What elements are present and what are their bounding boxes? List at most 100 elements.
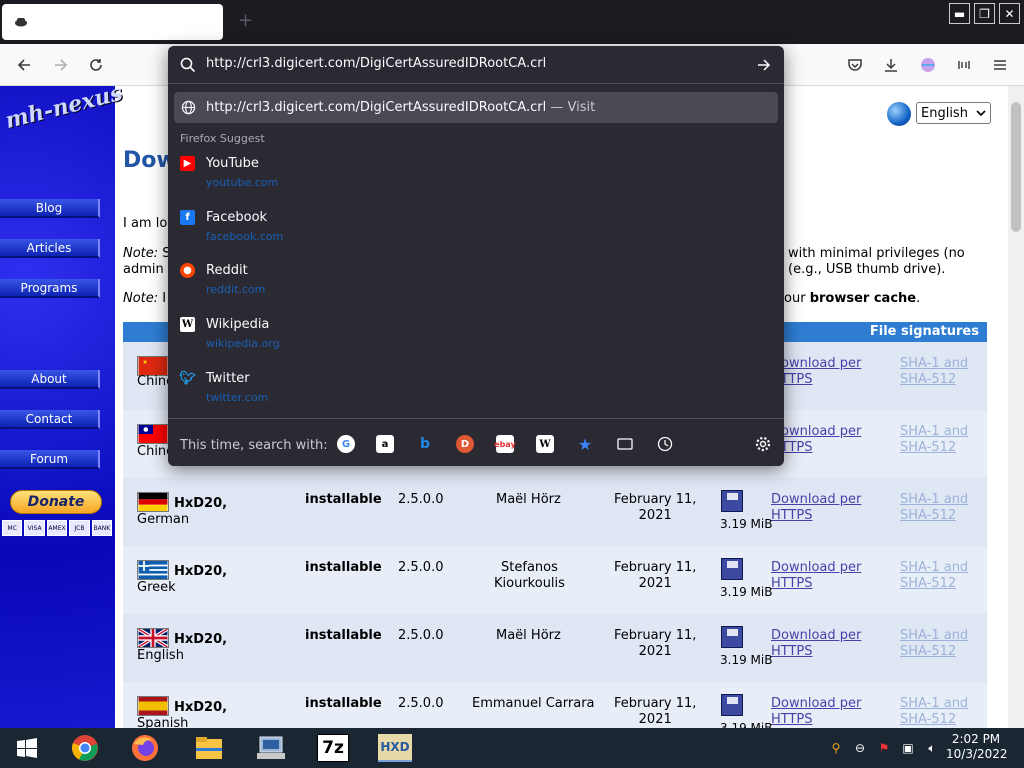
payment-cards: MC VISA AMEX JCB BANK: [2, 520, 113, 536]
file-explorer-taskbar-button[interactable]: [192, 732, 226, 764]
signature-link[interactable]: SHA-1 and SHA-512: [900, 560, 968, 592]
suggestion-facebook[interactable]: f Facebook facebook.com: [168, 200, 784, 254]
author: Emmanuel Carrara: [472, 696, 595, 711]
download-link[interactable]: Download per HTTPS: [771, 560, 861, 592]
search-settings-gear-icon[interactable]: [754, 435, 772, 453]
7zip-taskbar-button[interactable]: 7z: [317, 734, 349, 762]
download-link[interactable]: Download per HTTPS: [771, 356, 861, 388]
visit-url: http://crl3.digicert.com/DigiCertAssured…: [206, 100, 547, 115]
url-input[interactable]: http://crl3.digicert.com/DigiCertAssured…: [206, 56, 746, 71]
windows-taskbar: 7z HXD ⚲ ⊖ ⚑ ▣ 🔈︎ 2:02 PM 10/3/2022: [0, 728, 1024, 768]
sidebar-item-about[interactable]: About: [0, 370, 100, 389]
tabs-icon[interactable]: [616, 435, 634, 453]
clock-date: 10/3/2022: [946, 747, 1008, 761]
extensions-button[interactable]: [953, 54, 975, 76]
ebay-icon[interactable]: ebay: [494, 435, 516, 453]
version: 2.5.0.0: [398, 696, 444, 711]
search-engine-bar: This time, search with: G a b D ebay W ★: [168, 418, 784, 466]
pocket-icon: [848, 59, 862, 71]
signature-link[interactable]: SHA-1 and SHA-512: [900, 356, 968, 388]
signature-link[interactable]: SHA-1 and SHA-512: [900, 696, 968, 728]
language-name: Spanish: [137, 716, 189, 728]
network-taskbar-button[interactable]: [254, 732, 288, 764]
flag-icon[interactable]: ⚑: [876, 740, 892, 756]
minimize-button[interactable]: ▬: [949, 3, 970, 24]
donate-button[interactable]: Donate: [10, 490, 102, 514]
signature-link[interactable]: SHA-1 and SHA-512: [900, 492, 968, 524]
wikipedia-icon[interactable]: W: [536, 435, 554, 453]
browser-tab[interactable]: [2, 4, 223, 40]
start-button[interactable]: [10, 732, 44, 764]
flag-germany-icon: [137, 492, 169, 512]
note-label-2: Note:: [123, 291, 159, 306]
downloads-button[interactable]: [880, 54, 902, 76]
back-arrow-icon: [17, 59, 30, 71]
suggestion-reddit[interactable]: ● Reddit reddit.com: [168, 253, 784, 307]
language-select[interactable]: English: [916, 102, 991, 124]
bing-icon[interactable]: b: [416, 435, 434, 453]
hamburger-menu-icon: [994, 60, 1006, 70]
suggest-heading: Firefox Suggest: [180, 132, 265, 145]
app-menu-button[interactable]: [989, 54, 1011, 76]
duckduckgo-icon[interactable]: D: [456, 435, 474, 453]
search-icon: [180, 57, 196, 73]
download-link[interactable]: Download per HTTPS: [771, 492, 861, 524]
sidebar-item-programs[interactable]: Programs: [0, 279, 100, 298]
release-date: February 11, 2021: [614, 696, 697, 727]
network-tray-icon[interactable]: ▣: [900, 740, 916, 756]
suggestion-title: Twitter: [206, 371, 250, 386]
file-size: 3.19 MiB: [720, 517, 773, 531]
google-icon[interactable]: G: [337, 435, 355, 453]
forward-button[interactable]: [50, 54, 72, 76]
download-icon: [885, 59, 897, 72]
hxd-taskbar-button[interactable]: HXD: [378, 734, 412, 762]
suggestion-youtube[interactable]: ▶ YouTube youtube.com: [168, 146, 784, 200]
pocket-button[interactable]: [844, 54, 866, 76]
language-name: Greek: [137, 580, 176, 595]
globe-icon: [887, 102, 911, 126]
sidebar-item-blog[interactable]: Blog: [0, 199, 100, 218]
version: 2.5.0.0: [398, 628, 444, 643]
bookmarks-icon[interactable]: ★: [576, 435, 594, 454]
account-button[interactable]: [917, 54, 939, 76]
download-link[interactable]: Download per HTTPS: [771, 628, 861, 660]
download-link[interactable]: Download per HTTPS: [771, 424, 861, 456]
flag-spain-icon: [137, 696, 169, 716]
back-button[interactable]: [13, 54, 35, 76]
firefox-icon: [132, 735, 158, 761]
author: Maël Hörz: [496, 492, 561, 507]
visit-url-row[interactable]: http://crl3.digicert.com/DigiCertAssured…: [174, 92, 778, 123]
file-size: 3.19 MiB: [720, 585, 773, 599]
chrome-taskbar-button[interactable]: [68, 732, 102, 764]
firefox-taskbar-button[interactable]: [128, 732, 162, 764]
file-size: 3.19 MiB: [720, 721, 773, 728]
go-arrow-icon[interactable]: [756, 57, 772, 73]
suggestion-title: Facebook: [206, 210, 268, 225]
sidebar-item-contact[interactable]: Contact: [0, 410, 100, 429]
signature-link[interactable]: SHA-1 and SHA-512: [900, 628, 968, 660]
scrollbar-thumb[interactable]: [1011, 102, 1021, 232]
table-row: HxD20, Spanish installable 2.5.0.0 Emman…: [123, 682, 987, 728]
language-name: German: [137, 512, 190, 527]
signature-link[interactable]: SHA-1 and SHA-512: [900, 424, 968, 456]
download-link[interactable]: Download per HTTPS: [771, 696, 861, 728]
floppy-disk-icon: [721, 626, 743, 648]
suggestion-twitter[interactable]: 🐦︎ Twitter twitter.com: [168, 361, 784, 415]
amazon-icon[interactable]: a: [376, 435, 394, 453]
volume-icon[interactable]: 🔈︎: [924, 740, 940, 756]
restore-button[interactable]: ❐: [974, 3, 995, 24]
reload-button[interactable]: [85, 54, 107, 76]
suggestion-wikipedia[interactable]: W Wikipedia wikipedia.org: [168, 307, 784, 361]
close-window-button[interactable]: ✕: [999, 3, 1020, 24]
sidebar-item-articles[interactable]: Articles: [0, 239, 100, 258]
note-label: Note:: [123, 246, 159, 261]
youtube-icon: ▶: [180, 156, 195, 171]
history-icon[interactable]: [656, 435, 674, 453]
version: 2.5.0.0: [398, 492, 444, 507]
new-tab-button[interactable]: +: [238, 12, 253, 30]
search-icon[interactable]: ⚲: [828, 740, 844, 756]
minus-circle-icon[interactable]: ⊖: [852, 740, 868, 756]
clock[interactable]: 2:02 PM 10/3/2022: [946, 732, 1008, 762]
urlbar[interactable]: http://crl3.digicert.com/DigiCertAssured…: [168, 46, 784, 84]
sidebar-item-forum[interactable]: Forum: [0, 450, 100, 469]
